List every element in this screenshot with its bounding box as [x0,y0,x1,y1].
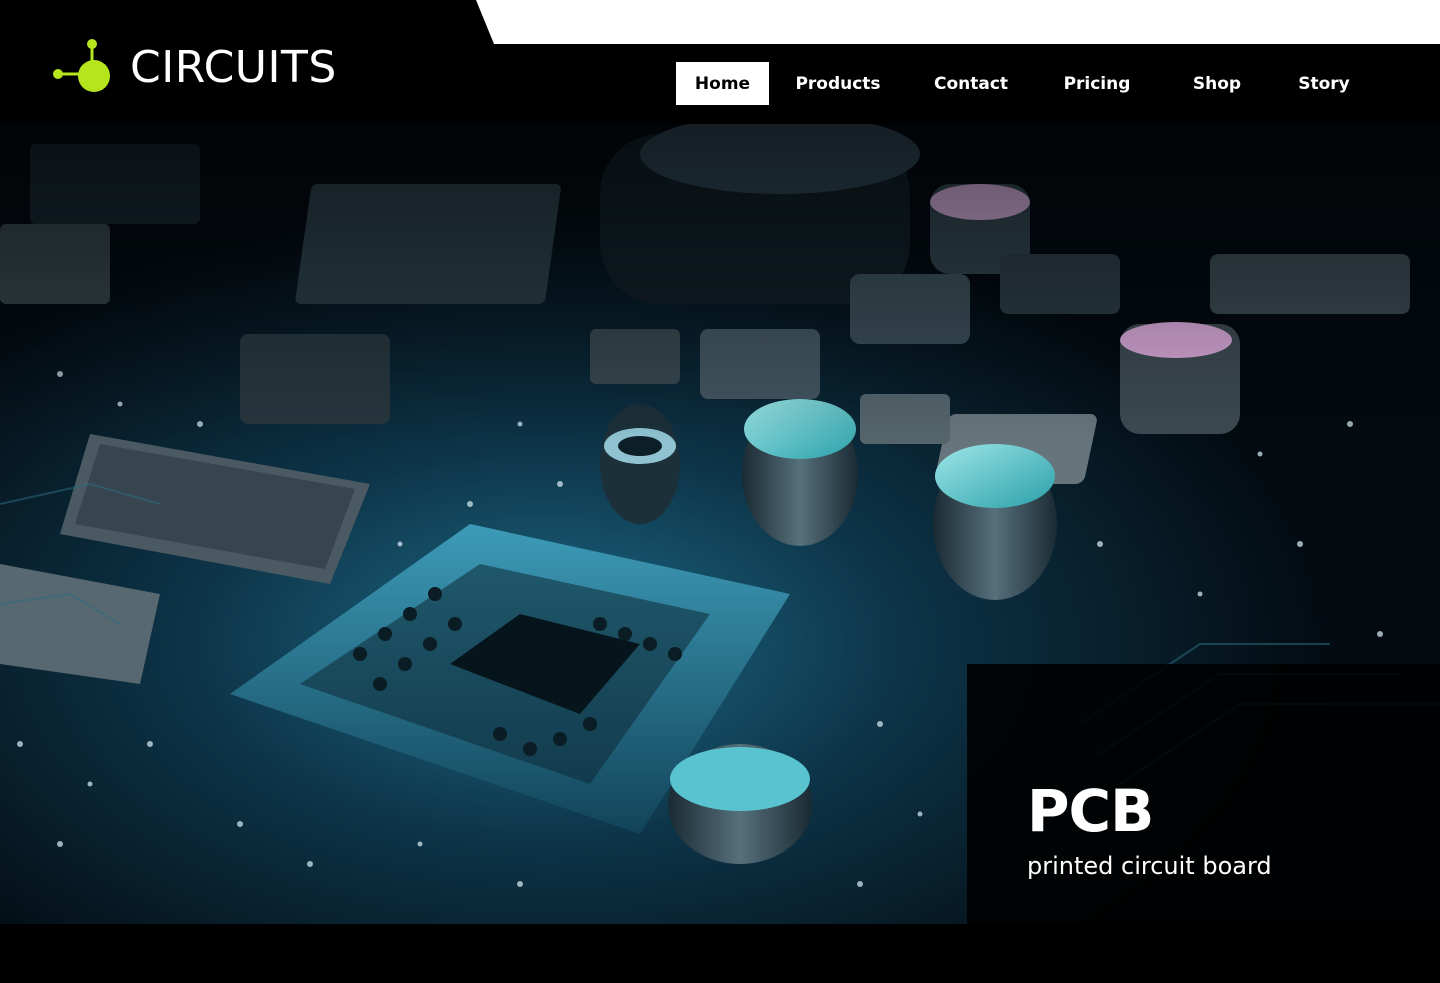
hero-banner: PCB printed circuit board [0,124,1440,924]
nav-item-home[interactable]: Home [676,62,769,105]
hero-caption-title: PCB [1027,777,1154,845]
brand-logo-link[interactable]: CIRCUITS [52,38,337,98]
hero-caption-subtitle: printed circuit board [1027,852,1272,880]
nav-item-contact[interactable]: Contact [907,62,1035,105]
nav-item-products[interactable]: Products [769,62,907,105]
nav-item-shop[interactable]: Shop [1159,62,1275,105]
hero-caption-box: PCB printed circuit board [967,664,1440,924]
molecule-node-icon [53,39,110,92]
nav-item-pricing[interactable]: Pricing [1035,62,1159,105]
nav-item-story[interactable]: Story [1275,62,1373,105]
page: CIRCUITS Home Products Contact Pricing S… [0,0,1440,983]
main-nav: Home Products Contact Pricing Shop Story [676,62,1373,105]
footer-band [0,924,1440,983]
site-header: CIRCUITS Home Products Contact Pricing S… [0,0,1440,124]
brand-name: CIRCUITS [130,42,337,93]
